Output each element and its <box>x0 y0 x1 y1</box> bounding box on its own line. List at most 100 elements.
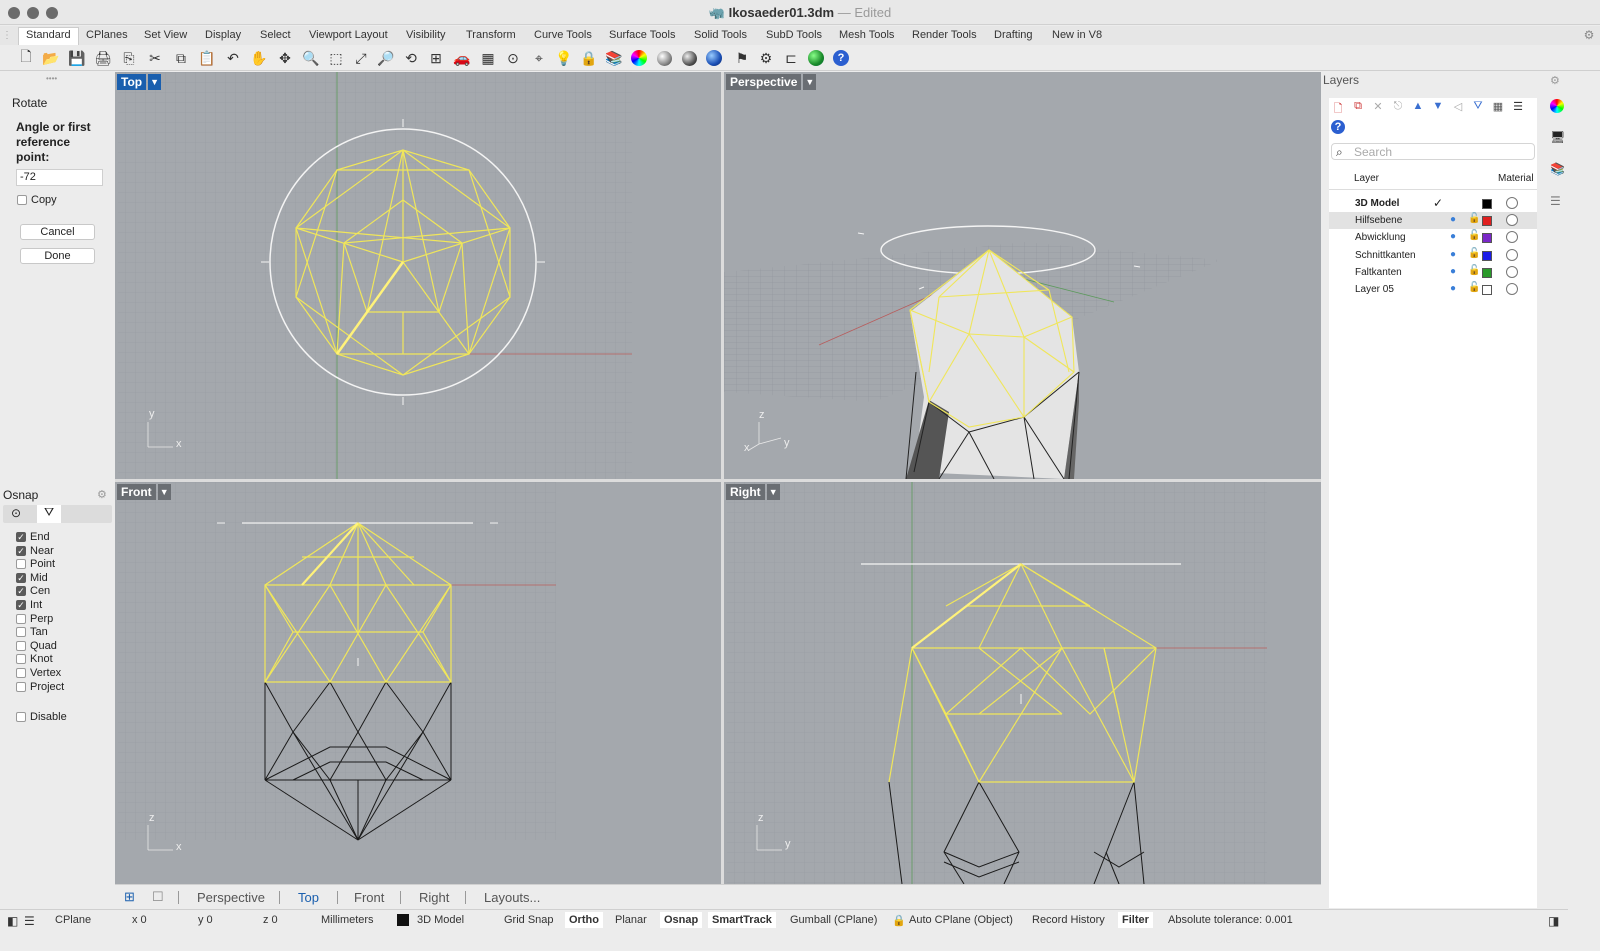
layer-color-swatch[interactable] <box>1482 216 1492 227</box>
top-viewport[interactable]: y x Top ▼ <box>115 72 721 479</box>
material-circle-icon[interactable] <box>1506 231 1518 244</box>
cut-icon[interactable]: ✂ <box>146 49 164 67</box>
visible-lightbulb-icon[interactable]: ● <box>1450 214 1456 225</box>
layer-row[interactable]: 3D Model ✓ <box>1329 195 1537 212</box>
layer-row[interactable]: Layer 05 ● 🔓 <box>1329 281 1537 298</box>
tab-perspective[interactable]: Perspective <box>197 890 265 905</box>
layer-row[interactable]: Abwicklung ● 🔓 <box>1329 229 1537 246</box>
lock-icon[interactable]: 🔒 <box>580 49 598 67</box>
osnap-end-checkbox[interactable]: ✓ <box>16 532 26 542</box>
filter-icon[interactable]: ⛛ <box>1471 100 1485 114</box>
material-circle-icon[interactable] <box>1506 283 1518 295</box>
tab-drafting[interactable]: Drafting <box>994 29 1033 41</box>
light-icon[interactable]: 💡 <box>555 49 573 67</box>
unlocked-icon[interactable]: 🔓 <box>1468 230 1480 241</box>
record-history-toggle[interactable]: Record History <box>1032 914 1105 926</box>
grid-icon[interactable]: ▦ <box>479 49 497 67</box>
viewport-menu-chevron-down-icon[interactable]: ▼ <box>157 484 171 500</box>
tab-visibility[interactable]: Visibility <box>406 29 446 41</box>
copy-checkbox[interactable] <box>17 195 27 205</box>
osnap-settings-gear-icon[interactable]: ⚙ <box>97 488 107 501</box>
help-icon[interactable]: ? <box>832 49 850 67</box>
zoom-selected-icon[interactable]: 🔎 <box>377 49 395 67</box>
print-icon[interactable]: 🖨 <box>94 49 112 67</box>
current-layer[interactable]: 3D Model <box>417 914 464 926</box>
cplane-label[interactable]: CPlane <box>55 914 91 926</box>
layer-color-swatch[interactable] <box>1482 233 1492 244</box>
layer-color-swatch[interactable] <box>1482 267 1492 278</box>
osnap-perp-checkbox[interactable] <box>16 613 26 624</box>
menu-icon[interactable]: ☰ <box>1511 100 1525 114</box>
tab-transform[interactable]: Transform <box>466 29 516 41</box>
new-sublayer-icon[interactable]: ⧉ <box>1351 100 1365 114</box>
panel-toggle-icon[interactable]: ◨ <box>1548 914 1559 928</box>
tab-front[interactable]: Front <box>354 890 384 905</box>
notes-icon[interactable]: ☰ <box>1550 194 1561 208</box>
layer-color-swatch[interactable] <box>1482 199 1492 209</box>
perspective-viewport[interactable]: z y x Perspective ▼ <box>724 72 1321 479</box>
open-icon[interactable]: 📂 <box>42 49 60 67</box>
layers-tab-icon[interactable]: 📚 <box>1550 162 1565 176</box>
tab-display[interactable]: Display <box>205 29 241 41</box>
right-viewport[interactable]: z y Right ▼ <box>724 482 1321 884</box>
properties-color-icon[interactable] <box>1550 99 1564 113</box>
layer-search-input[interactable]: Search <box>1331 143 1535 160</box>
planar-toggle[interactable]: Planar <box>615 914 647 926</box>
undo-icon[interactable]: ↶ <box>224 49 242 67</box>
layer-row[interactable]: Schnittkanten ● 🔓 <box>1329 247 1537 264</box>
gear-icon[interactable]: ⚙ <box>757 49 775 67</box>
tab-right[interactable]: Right <box>419 890 449 905</box>
osnap-knot-checkbox[interactable] <box>16 654 26 665</box>
osnap-mid-checkbox[interactable]: ✓ <box>16 572 26 583</box>
columns-icon[interactable]: ▦ <box>1491 100 1505 114</box>
display-monitor-icon[interactable]: 🖥 <box>1550 130 1565 144</box>
zoom-extents-icon[interactable]: ⤢ <box>352 49 370 67</box>
disable-checkbox[interactable] <box>16 712 26 722</box>
tab-subd-tools[interactable]: SubD Tools <box>766 29 822 41</box>
auto-cplane-toggle[interactable]: Auto CPlane (Object) <box>909 914 1013 926</box>
earth-icon[interactable] <box>807 49 825 67</box>
layer-color-swatch[interactable] <box>1482 285 1492 295</box>
sphere-shaded-icon[interactable] <box>655 49 673 67</box>
color-wheel-icon[interactable] <box>630 49 648 67</box>
move-out-icon[interactable]: ◁ <box>1451 100 1465 114</box>
render-icon[interactable] <box>680 49 698 67</box>
delete-layer-icon[interactable]: ✕ <box>1371 100 1385 114</box>
command-list-icon[interactable]: ☰ <box>24 914 35 928</box>
visible-lightbulb-icon[interactable]: ● <box>1450 266 1456 277</box>
material-circle-icon[interactable] <box>1506 248 1518 261</box>
tab-layouts[interactable]: Layouts... <box>484 890 540 905</box>
pan-icon[interactable]: ✋ <box>250 49 268 67</box>
new-layer-icon[interactable]: 🗋 <box>1331 100 1345 115</box>
paste-icon[interactable]: 📋 <box>198 49 216 67</box>
zoom-window-icon[interactable]: ⬚ <box>327 49 345 67</box>
gumball-toggle[interactable]: Gumball (CPlane) <box>790 914 877 926</box>
unlocked-icon[interactable]: 🔓 <box>1468 213 1480 224</box>
tab-top[interactable]: Top <box>298 890 319 905</box>
ortho-toggle[interactable]: Ortho <box>565 912 603 928</box>
undo-view-icon[interactable]: ⟲ <box>402 49 420 67</box>
front-viewport[interactable]: z x Front ▼ <box>115 482 721 884</box>
osnap-toggle[interactable]: Osnap <box>660 912 703 928</box>
osnap-filter-icon[interactable]: ⛛ <box>37 505 61 523</box>
settings-gear-icon[interactable]: ⚙ <box>1580 26 1598 44</box>
car-icon[interactable]: 🚗 <box>453 49 471 67</box>
import-icon[interactable]: ⎘ <box>120 49 138 67</box>
save-icon[interactable]: 💾 <box>68 49 86 67</box>
copy-icon[interactable]: ⧉ <box>172 49 190 67</box>
layer-row[interactable]: Hilfsebene ● 🔓 <box>1329 212 1537 230</box>
four-viewports-icon[interactable]: ⊞ <box>427 49 445 67</box>
osnap-quad-checkbox[interactable] <box>16 640 26 651</box>
tab-set-view[interactable]: Set View <box>144 29 187 41</box>
grid-snap-toggle[interactable]: Grid Snap <box>504 914 554 926</box>
four-viewport-layout-icon[interactable]: ⊞ <box>124 889 135 905</box>
globe-icon[interactable] <box>705 49 723 67</box>
tab-surface-tools[interactable]: Surface Tools <box>609 29 675 41</box>
smarttrack-toggle[interactable]: SmartTrack <box>708 912 776 928</box>
osnap-point-checkbox[interactable] <box>16 559 26 570</box>
perspective-viewport-title[interactable]: Perspective ▼ <box>726 74 817 90</box>
tab-select[interactable]: Select <box>260 29 291 41</box>
material-circle-icon[interactable] <box>1506 197 1518 209</box>
tree-icon[interactable]: ⊏ <box>782 49 800 67</box>
tab-curve-tools[interactable]: Curve Tools <box>534 29 592 41</box>
